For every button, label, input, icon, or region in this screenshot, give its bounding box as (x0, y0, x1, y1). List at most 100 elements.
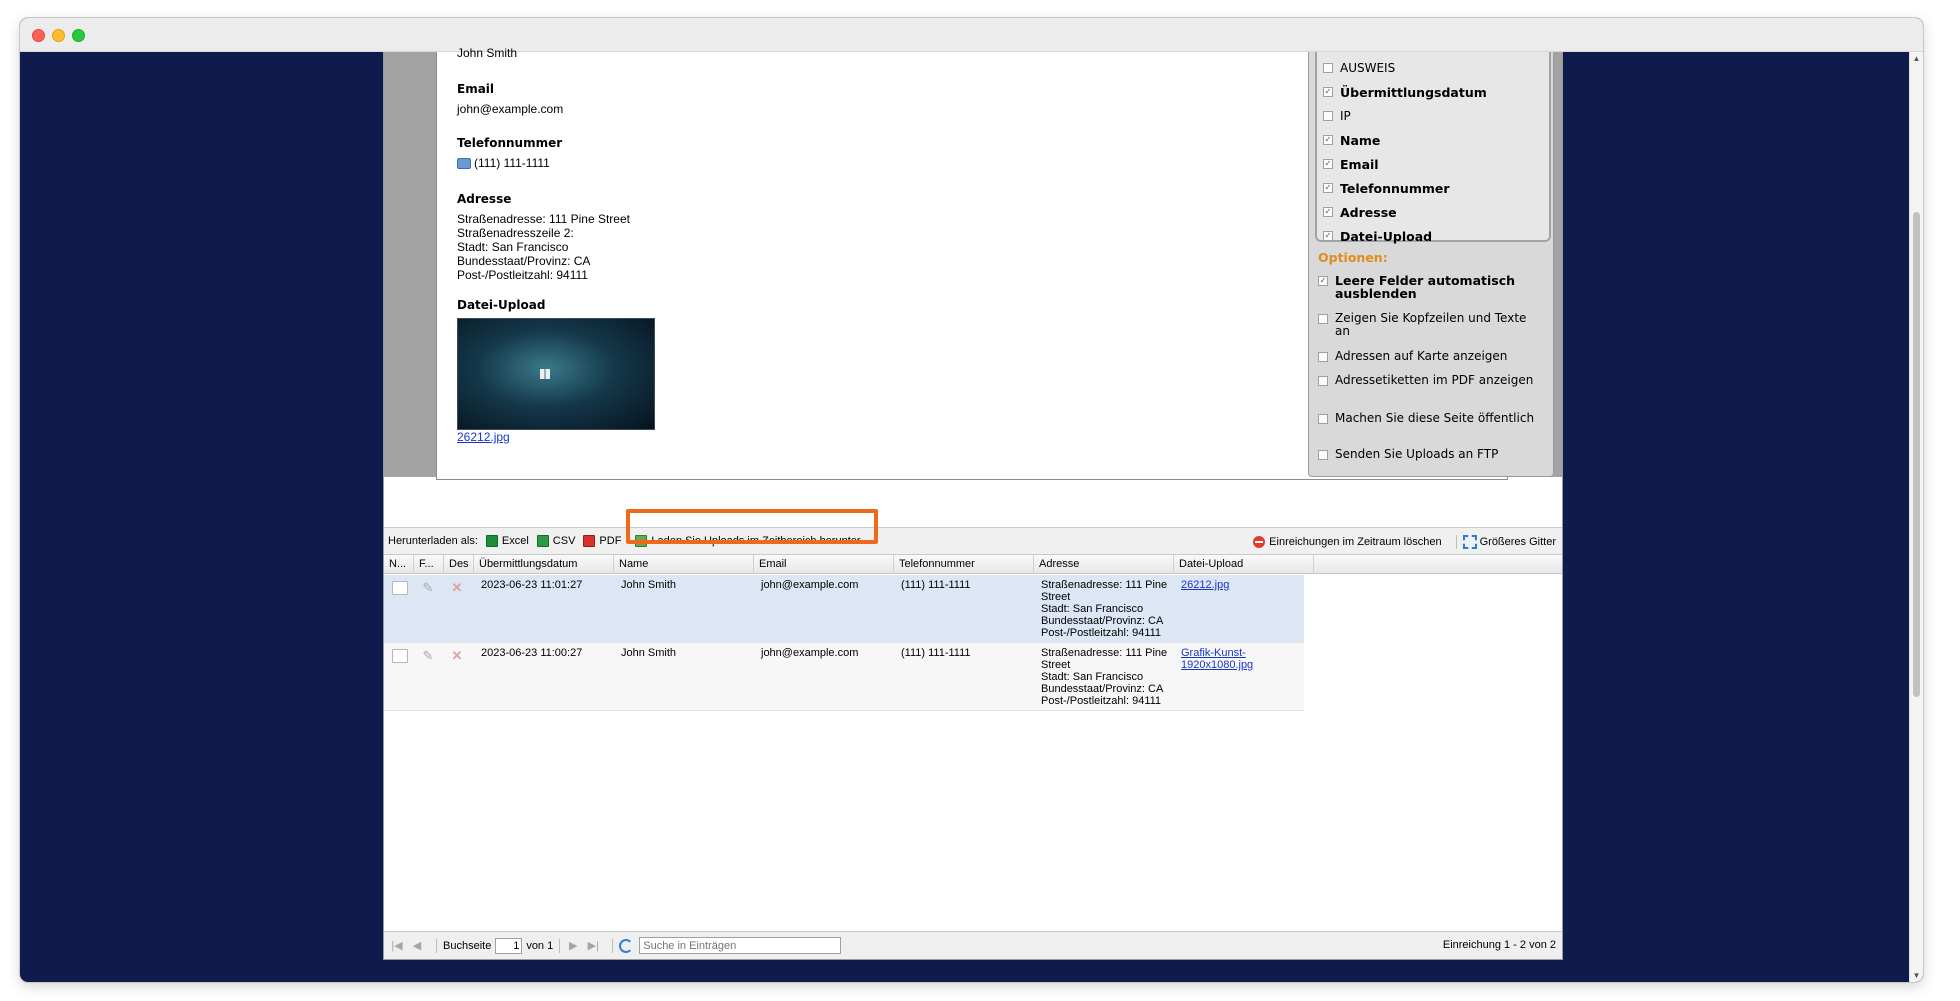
download-uploads-button[interactable]: Laden Sie Uploads im Zeitbereich herunte… (635, 535, 861, 547)
cell-phone: (111) 111-1111 (901, 579, 971, 591)
address-line: Straßenadresse: 111 Pine (1041, 579, 1168, 591)
address-line: Stadt: San Francisco (1041, 603, 1144, 615)
checkbox-checked[interactable]: ✓ (1323, 159, 1333, 169)
delete-submissions-button[interactable]: Einreichungen im Zeitraum löschen (1253, 536, 1442, 548)
field-toggle-name[interactable]: ✓ Name (1317, 128, 1549, 152)
address-line: Street (1041, 591, 1071, 603)
column-header-address[interactable]: Adresse (1034, 555, 1174, 574)
checkbox-checked[interactable]: ✓ (1318, 276, 1328, 286)
table-row[interactable]: ✎ ✕ 2023-06-23 11:00:27 John Smith john@… (384, 643, 1304, 711)
bigger-grid-button[interactable]: Größeres Gitter (1462, 535, 1556, 549)
refresh-icon[interactable] (619, 938, 634, 953)
column-header-name[interactable]: Name (614, 555, 754, 574)
options-title: Optionen: (1318, 250, 1388, 265)
delete-entry-icon[interactable]: ✕ (450, 649, 464, 663)
file-link[interactable]: 26212.jpg (1181, 579, 1229, 591)
column-header-email[interactable]: Email (754, 555, 894, 574)
delete-entry-icon[interactable]: ✕ (450, 581, 464, 595)
edit-entry-icon[interactable]: ✎ (420, 581, 436, 595)
first-page-icon[interactable]: |◀ (390, 939, 404, 952)
column-header-date[interactable]: Übermittlungsdatum (474, 555, 614, 574)
field-toggle-telefonnummer[interactable]: ✓ Telefonnummer (1317, 176, 1549, 200)
address-line: Post-/Postleitzahl: 94111 (1041, 695, 1162, 707)
column-header-delete[interactable]: Des (444, 555, 474, 574)
expand-grid-icon (1462, 535, 1477, 549)
field-toggle-datei-upload[interactable]: ✓ Datei-Upload (1317, 224, 1549, 248)
option-show-headers[interactable]: Zeigen Sie Kopfzeilen und Texte an (1318, 312, 1538, 338)
option-label: Machen Sie diese Seite öffentlich (1335, 411, 1535, 425)
delete-submissions-label: Einreichungen im Zeitraum löschen (1269, 536, 1442, 548)
minimize-window-button[interactable] (52, 29, 65, 42)
pager-separator (559, 938, 561, 953)
cell-email: john@example.com (761, 647, 859, 659)
uploaded-file-link[interactable]: 26212.jpg (457, 430, 510, 444)
scroll-up-arrow-icon[interactable]: ▲ (1910, 54, 1923, 63)
search-entries-input[interactable] (639, 937, 842, 954)
checkbox-unchecked[interactable] (1323, 63, 1333, 73)
option-make-public[interactable]: Machen Sie diese Seite öffentlich (1318, 412, 1538, 425)
checkbox-unchecked[interactable] (1318, 414, 1328, 424)
email-field-value: john@example.com (457, 102, 564, 116)
checkbox-checked[interactable]: ✓ (1323, 183, 1333, 193)
option-show-map[interactable]: Adressen auf Karte anzeigen (1318, 350, 1538, 363)
scroll-down-arrow-icon[interactable]: ▼ (1910, 971, 1923, 980)
option-send-ftp[interactable]: Senden Sie Uploads an FTP (1318, 448, 1538, 461)
submission-preview-area: John Smith Email john@example.com Telefo… (384, 46, 1562, 480)
address-line: Bundesstaat/Provinz: CA (457, 254, 591, 268)
option-address-labels-pdf[interactable]: Adressetiketten im PDF anzeigen (1318, 374, 1538, 387)
uploads-icon (635, 535, 648, 547)
bigger-grid-label: Größeres Gitter (1479, 536, 1556, 548)
scrollbar-thumb[interactable] (1913, 212, 1920, 697)
last-page-icon[interactable]: ▶| (586, 939, 600, 952)
browser-window: ▲ ▼ John Smith Email john@example.com Te… (20, 18, 1923, 982)
download-csv-button[interactable]: CSV (536, 535, 575, 547)
cell-date: 2023-06-23 11:00:27 (481, 647, 583, 659)
file-link[interactable]: Grafik-Kunst- 1920x1080.jpg (1181, 647, 1253, 671)
address-line: Straßenadresszeile 2: (457, 226, 574, 240)
phone-field-label: Telefonnummer (457, 136, 563, 150)
column-header-phone[interactable]: Telefonnummer (894, 555, 1034, 574)
edit-entry-icon[interactable]: ✎ (420, 649, 436, 663)
checkbox-checked[interactable]: ✓ (1323, 135, 1333, 145)
table-row[interactable]: ✎ ✕ 2023-06-23 11:01:27 John Smith john@… (384, 575, 1304, 643)
column-header-file-upload[interactable]: Datei-Upload (1174, 555, 1314, 574)
checkbox-unchecked[interactable] (1318, 450, 1328, 460)
maximize-window-button[interactable] (72, 29, 85, 42)
grid-toolbar: Herunterladen als: Excel CSV PDF Laden S… (384, 527, 1562, 555)
column-header-number[interactable]: N... (384, 555, 414, 574)
phone-field-value: (111) 111-1111 (457, 156, 562, 170)
download-pdf-button[interactable]: PDF (583, 535, 621, 547)
previous-page-icon[interactable]: ◀ (410, 939, 424, 952)
cell-name: John Smith (621, 647, 677, 659)
download-excel-button[interactable]: Excel (485, 535, 529, 547)
checkbox-unchecked[interactable] (1318, 314, 1328, 324)
column-header-flag[interactable]: F... (414, 555, 444, 574)
field-toggle-email[interactable]: ✓ Email (1317, 152, 1549, 176)
uploaded-image-thumbnail[interactable] (457, 318, 655, 430)
checkbox-checked[interactable]: ✓ (1323, 207, 1333, 217)
page-scrollbar[interactable]: ▲ ▼ (1909, 52, 1923, 982)
checkbox-unchecked[interactable] (1318, 352, 1328, 362)
file-link-line: Grafik-Kunst- (1181, 647, 1246, 659)
checkbox-unchecked[interactable] (1323, 111, 1333, 121)
phone-icon[interactable] (457, 158, 471, 169)
checkbox-unchecked[interactable] (1318, 376, 1328, 386)
checkbox-checked[interactable]: ✓ (1323, 231, 1333, 241)
toolbar-separator (1455, 535, 1457, 549)
option-label: Adressen auf Karte anzeigen (1335, 349, 1508, 363)
page-number-input[interactable] (495, 937, 523, 954)
field-toggle-ip[interactable]: IP (1317, 104, 1549, 128)
address-line: Bundesstaat/Provinz: CA (1041, 615, 1164, 627)
checkbox-checked[interactable]: ✓ (1323, 87, 1333, 97)
page-label: Buchseite (443, 939, 492, 952)
grid-pager: |◀ ◀ Buchseite von 1 ▶ ▶| Einreichung 1 … (384, 931, 1562, 959)
view-entry-icon[interactable] (392, 649, 408, 663)
option-hide-empty-fields[interactable]: ✓ Leere Felder automatisch ausblenden (1318, 274, 1538, 300)
view-entry-icon[interactable] (392, 581, 408, 595)
field-toggle-uebermittlungsdatum[interactable]: ✓ Übermittlungsdatum (1317, 80, 1549, 104)
close-window-button[interactable] (32, 29, 45, 42)
next-page-icon[interactable]: ▶ (566, 939, 580, 952)
field-toggle-ausweis[interactable]: AUSWEIS (1317, 56, 1549, 80)
field-toggle-adresse[interactable]: ✓ Adresse (1317, 200, 1549, 224)
cell-email: john@example.com (761, 579, 859, 591)
